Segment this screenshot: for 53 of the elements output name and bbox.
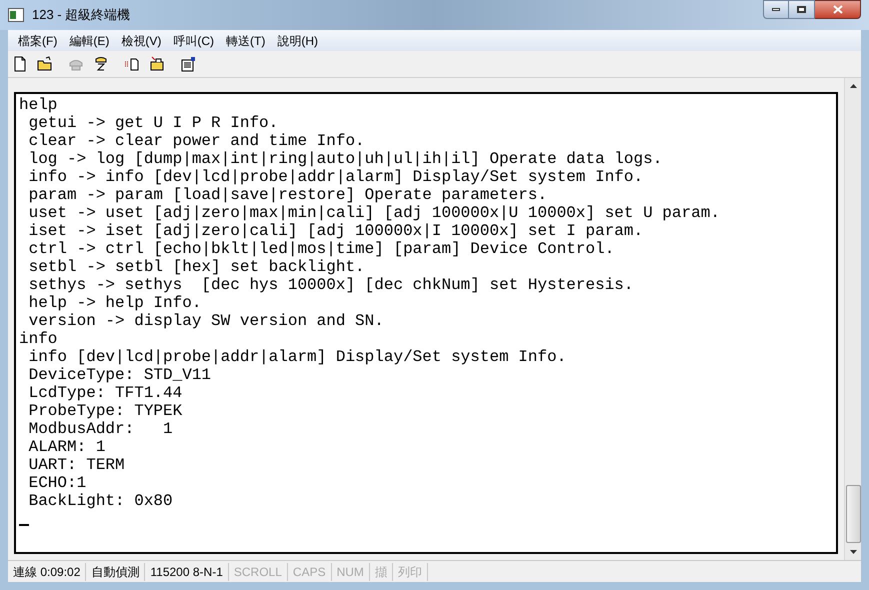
minimize-button[interactable] <box>763 0 789 19</box>
terminal-line: log -> log [dump|max|int|ring|auto|uh|ul|ih|il] Operate data logs. <box>28 150 662 168</box>
terminal-line: clear -> clear power and time Info. <box>28 132 365 150</box>
terminal-line: info [dev|lcd|probe|addr|alarm] Display/Set system Info. <box>28 348 566 366</box>
status-text: 列印 <box>392 562 428 580</box>
terminal-line: iset -> iset [adj|zero|cali] [adj 100000x|I 10000x] set I param. <box>28 222 644 240</box>
terminal-screen[interactable] <box>14 92 838 554</box>
window-title: 123 - 超級終端機 <box>32 6 130 24</box>
status-text: SCROLL <box>228 562 288 580</box>
terminal-line: sethys -> sethys [dec hys 10000x] [dec chkNum] set Hysteresis. <box>28 276 634 294</box>
blank-page-icon[interactable] <box>12 56 28 72</box>
terminal-line: UART: TERM <box>28 456 125 474</box>
status-text: 自動偵測 <box>86 562 146 580</box>
folder-with-arrow-icon[interactable] <box>149 56 165 72</box>
menu-item[interactable]: 編輯(E) <box>63 32 116 50</box>
terminal-line: ALARM: 1 <box>28 438 106 456</box>
terminal-line: help <box>19 96 58 114</box>
terminal-line: BackLight: 0x80 <box>28 492 173 510</box>
status-text: 115200 8-N-1 <box>145 562 229 580</box>
menu-item[interactable]: 檢視(V) <box>115 32 168 50</box>
terminal-line: info <box>19 330 58 348</box>
terminal-line: info -> info [dev|lcd|probe|addr|alarm] Display/Set system Info. <box>28 168 644 186</box>
restore-icon <box>797 6 806 13</box>
maximize-button[interactable] <box>789 0 815 19</box>
terminal-line: param -> param [load|save|restore] Operate parameters. <box>28 186 548 204</box>
scrollbar[interactable] <box>844 78 861 560</box>
terminal-line: ECHO:1 <box>28 474 86 492</box>
menu-item[interactable]: 說明(H) <box>271 32 324 50</box>
terminal-line: getui -> get U I P R Info. <box>28 114 278 132</box>
status-text: 連線 0:09:02 <box>8 562 86 580</box>
terminal-line: setbl -> setbl [hex] set backlight. <box>28 258 365 276</box>
terminal-line: ProbeType: TYPEK <box>28 402 182 420</box>
terminal-line: help -> help Info. <box>28 294 202 312</box>
folder-icon[interactable] <box>37 56 53 72</box>
minimize-icon <box>772 8 780 11</box>
terminal-icon <box>8 8 24 22</box>
status-text: NUM <box>332 562 370 580</box>
status-text: CAPS <box>288 562 332 580</box>
telephone-icon[interactable] <box>93 56 109 72</box>
terminal-line: version -> display SW version and SN. <box>28 312 384 330</box>
close-button[interactable] <box>815 0 861 19</box>
terminal-line: uset -> uset [adj|zero|max|min|cali] [adj 100000x|U 10000x] set U param. <box>28 204 720 222</box>
status-text: 擷 <box>370 562 393 580</box>
scroll-thumb[interactable] <box>846 485 860 543</box>
menu-item[interactable]: 呼叫(C) <box>167 32 220 50</box>
terminal-line: LcdType: TFT1.44 <box>28 384 182 402</box>
properties-icon[interactable] <box>180 56 196 72</box>
terminal-line: ctrl -> ctrl [echo|bklt|led|mos|time] [param] Device Control. <box>28 240 614 258</box>
terminal-line: ModbusAddr: 1 <box>28 420 173 438</box>
terminal-line: DeviceType: STD_V11 <box>28 366 212 384</box>
menu-item[interactable]: 檔案(F) <box>12 32 64 50</box>
menu-item[interactable]: 轉送(T) <box>220 32 272 50</box>
close-icon <box>832 5 842 14</box>
